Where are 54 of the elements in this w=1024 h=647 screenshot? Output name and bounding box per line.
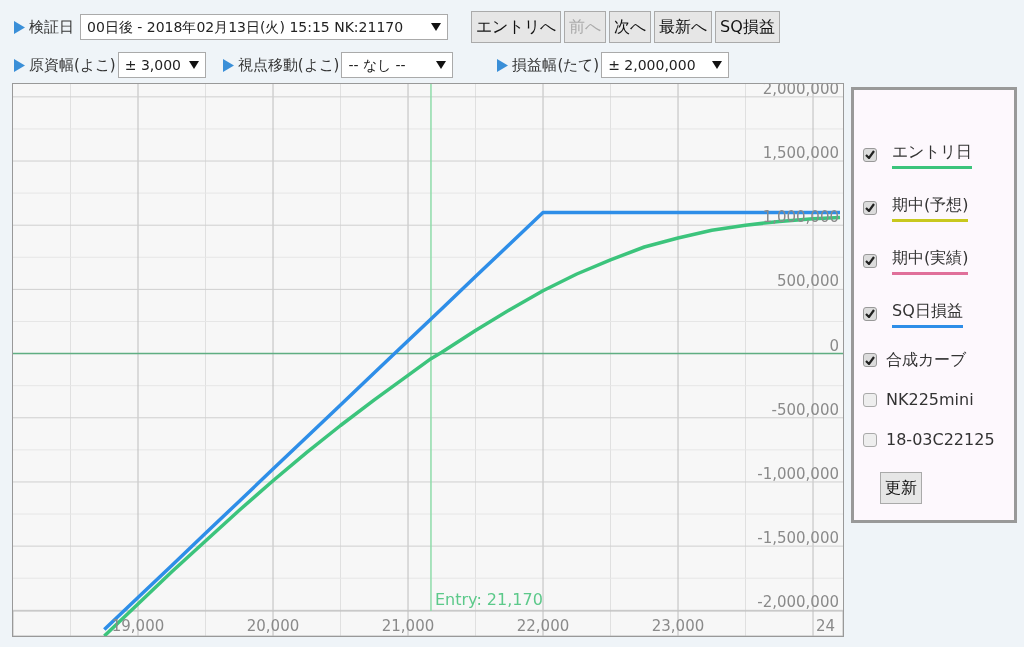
y-axis-label: -500,000 [771,400,839,419]
legend-label: 合成カーブ [886,349,966,371]
checkbox[interactable] [863,433,877,447]
x-axis-label: 19,000 [111,617,165,635]
field-label: 検証日 [29,16,74,38]
checkbox[interactable] [863,253,877,268]
y-axis-label: -1,000,000 [757,464,839,483]
y-axis-label: 0 [829,336,839,355]
x-axis-label: 24 [816,617,836,635]
checkbox[interactable] [863,306,877,321]
x-axis-label: 21,000 [381,617,435,635]
dropdown[interactable]: ± 2,000,000 [601,52,730,78]
legend-label: NK225mini [886,389,974,411]
caret-icon [431,23,441,31]
nav-button[interactable]: SQ損益 [715,11,780,43]
y-axis-label: 1,500,000 [762,144,839,162]
nav-button[interactable]: 次へ [609,11,651,43]
x-axis-label: 20,000 [246,617,300,635]
dropdown[interactable]: 00日後 - 2018年02月13日(火) 15:15 NK:21170 [80,14,448,40]
triangle-icon [222,58,234,72]
triangle-icon [14,58,25,72]
caret-icon [436,61,447,69]
caret-icon [189,61,199,69]
triangle-icon [14,20,25,34]
dropdown[interactable]: -- なし -- [341,52,454,78]
y-axis-label: -1,500,000 [757,529,839,548]
legend-label: 期中(実績) [892,246,969,275]
checkbox[interactable] [863,200,877,215]
legend-label: エントリ日 [892,140,972,169]
field-label: 視点移動(よこ) [237,54,340,76]
check-icon [865,150,875,159]
triangle-icon [497,58,509,72]
y-axis-label: -2,000,000 [757,593,839,612]
legend-label: 18-03C22125 [886,429,995,451]
check-icon [865,203,875,212]
nav-button[interactable]: エントリへ [471,11,561,43]
checkbox[interactable] [863,147,877,162]
legend-label: 期中(予想) [892,193,969,222]
entry-annotation: Entry: 21,170 [434,590,543,609]
caret-icon [712,61,723,69]
checkbox[interactable] [863,393,877,407]
check-icon [865,355,875,365]
y-axis-label: 500,000 [776,272,839,291]
checkbox[interactable] [863,353,877,367]
field-label: 損益幅(たて) [512,54,600,76]
nav-button[interactable]: 最新へ [654,11,712,43]
dropdown[interactable]: ± 3,000 [117,52,206,78]
legend-label: SQ日損益 [892,299,963,328]
x-axis-label: 23,000 [651,617,705,635]
update-button[interactable]: 更新 [880,472,922,504]
check-icon [865,256,875,265]
field-label: 原資幅(よこ) [29,54,116,76]
x-axis-label: 22,000 [516,617,570,635]
check-icon [865,309,875,318]
